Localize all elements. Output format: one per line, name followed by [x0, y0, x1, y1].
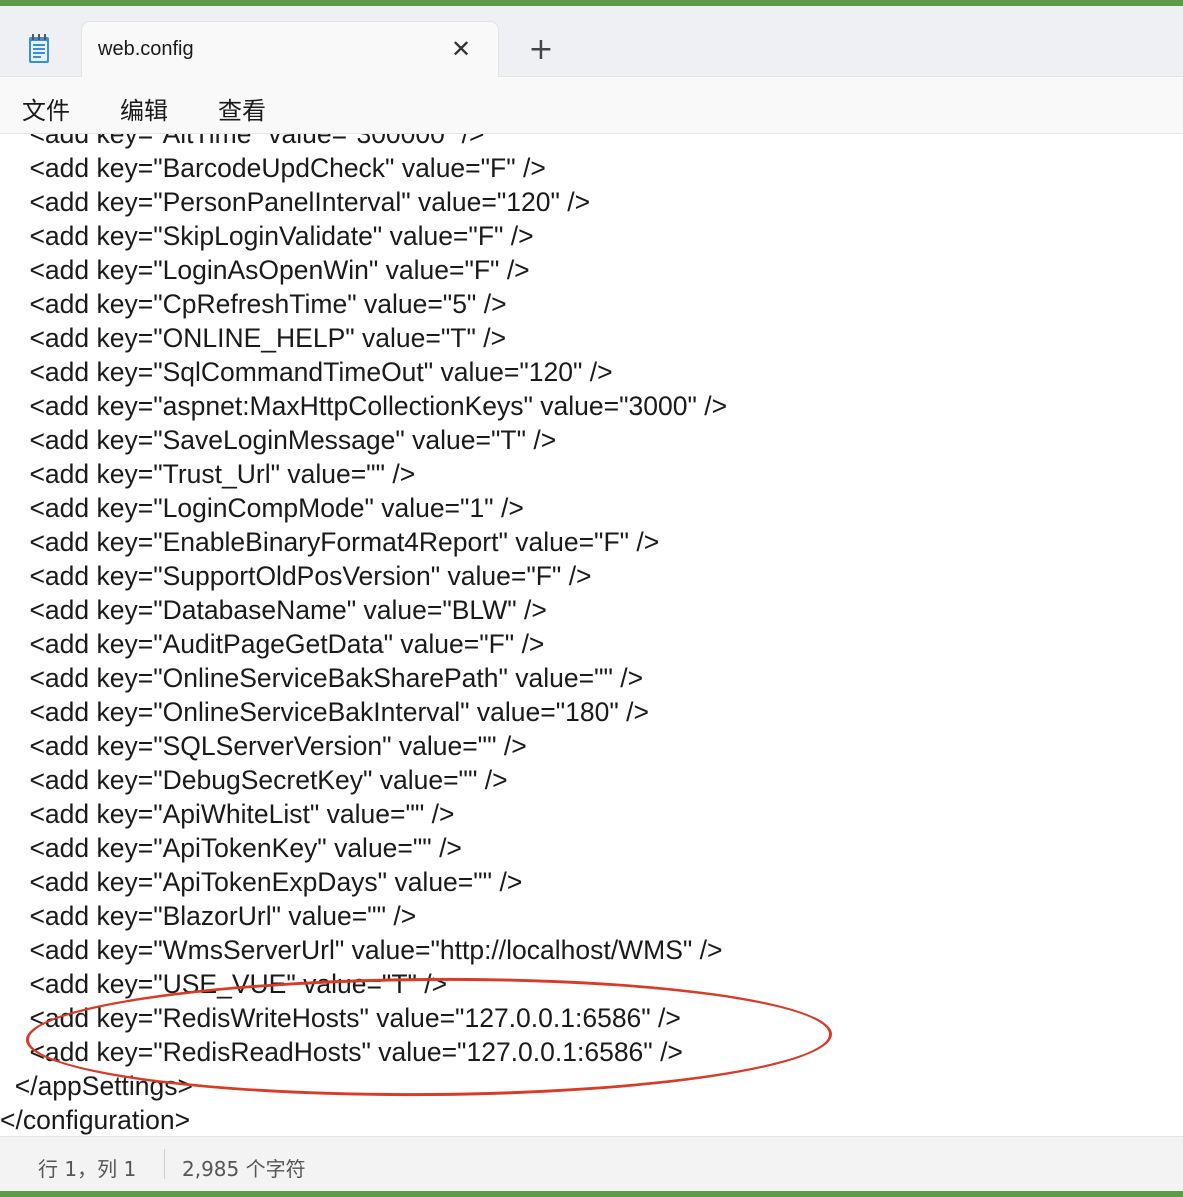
code-line: <add key="LoginCompMode" value="1" />: [0, 493, 524, 523]
new-tab-button[interactable]: +: [524, 34, 558, 68]
code-line: <add key="SupportOldPosVersion" value="F…: [0, 561, 592, 591]
code-line: <add key="AuditPageGetData" value="F" />: [0, 629, 545, 659]
code-line: <add key="SaveLoginMessage" value="T" />: [0, 425, 557, 455]
tab-title: web.config: [98, 38, 194, 60]
code-line: <add key="RedisWriteHosts" value="127.0.…: [0, 1003, 681, 1033]
code-line: <add key="DatabaseName" value="BLW" />: [0, 595, 547, 625]
code-line: <add key="USE_VUE" value="T" />: [0, 969, 448, 999]
code-line: <add key="ONLINE_HELP" value="T" />: [0, 323, 507, 353]
tab-web-config[interactable]: web.config ✕: [82, 22, 498, 78]
code-line: <add key="ApiTokenKey" value="" />: [0, 833, 462, 863]
code-line: <add key="WmsServerUrl" value="http://lo…: [0, 935, 723, 965]
code-line: <add key="SqlCommandTimeOut" value="120"…: [0, 357, 613, 387]
menu-bar: 文件 编辑 查看: [0, 77, 1183, 134]
code-line: <add key="OnlineServiceBakInterval" valu…: [0, 697, 649, 727]
code-line: <add key="aspnet:MaxHttpCollectionKeys" …: [0, 391, 728, 421]
code-line: <add key="ApiWhiteList" value="" />: [0, 799, 455, 829]
menu-file[interactable]: 文件: [22, 91, 70, 126]
cursor-position: 行 1，列 1: [38, 1157, 137, 1181]
code-line: <add key="AltTime" value="300000" />: [0, 134, 485, 149]
code-line: <add key="OnlineServiceBakSharePath" val…: [0, 663, 644, 693]
code-line: <add key="SkipLoginValidate" value="F" /…: [0, 221, 534, 251]
status-divider: [164, 1149, 165, 1179]
status-bar: 行 1，列 1 2,985 个字符: [0, 1136, 1183, 1191]
close-icon[interactable]: ✕: [448, 36, 474, 62]
code-line: <add key="ApiTokenExpDays" value="" />: [0, 867, 523, 897]
code-line: </appSettings>: [0, 1071, 194, 1101]
code-line: <add key="PersonPanelInterval" value="12…: [0, 187, 591, 217]
title-bar: web.config ✕ +: [0, 6, 1183, 78]
notepad-icon: [28, 34, 50, 64]
text-editor[interactable]: <add key="AltTime" value="300000" /> <ad…: [0, 134, 1183, 1136]
menu-view[interactable]: 查看: [218, 91, 266, 126]
code-line: <add key="DebugSecretKey" value="" />: [0, 765, 508, 795]
code-line: <add key="EnableBinaryFormat4Report" val…: [0, 527, 660, 557]
code-line: <add key="Trust_Url" value="" />: [0, 459, 416, 489]
code-line: <add key="LoginAsOpenWin" value="F" />: [0, 255, 530, 285]
notepad-window: web.config ✕ + 文件 编辑 查看 <add key="AltTim…: [0, 6, 1183, 1191]
code-line: </configuration>: [0, 1105, 191, 1135]
code-line: <add key="CpRefreshTime" value="5" />: [0, 289, 507, 319]
code-line: <add key="SQLServerVersion" value="" />: [0, 731, 527, 761]
code-line: <add key="BlazorUrl" value="" />: [0, 901, 417, 931]
character-count: 2,985 个字符: [182, 1157, 306, 1181]
menu-edit[interactable]: 编辑: [120, 91, 168, 126]
code-line: <add key="RedisReadHosts" value="127.0.0…: [0, 1037, 683, 1067]
code-line: <add key="BarcodeUpdCheck" value="F" />: [0, 153, 546, 183]
